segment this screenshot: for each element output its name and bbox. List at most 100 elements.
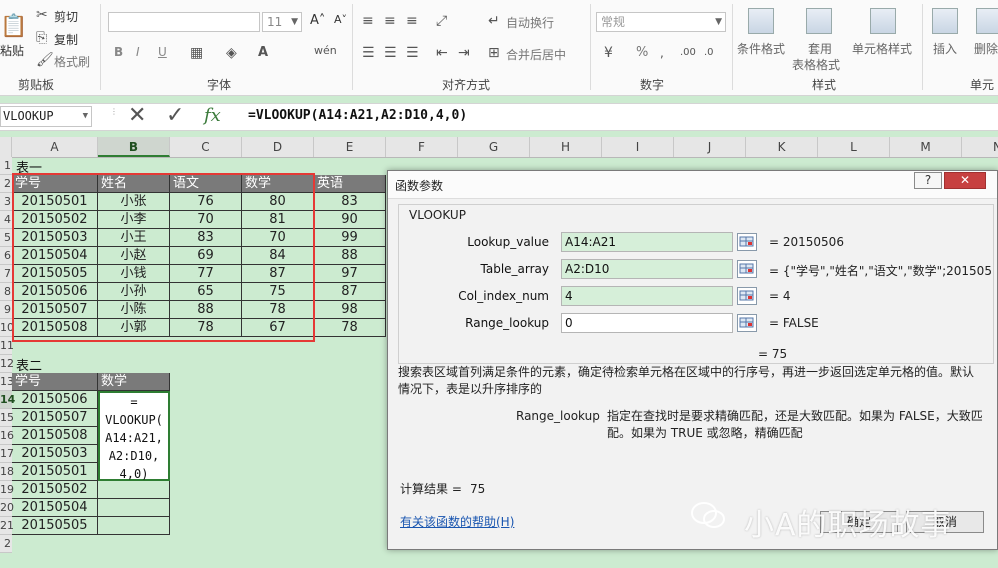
table-format-label-2[interactable]: 表格格式 bbox=[792, 56, 840, 73]
table2-id-cell[interactable]: 20150503 bbox=[12, 445, 98, 463]
row-header[interactable]: 1 bbox=[0, 157, 12, 175]
font-color-icon[interactable]: A bbox=[258, 46, 268, 60]
table2-id-cell[interactable]: 20150502 bbox=[12, 481, 98, 499]
row-header[interactable]: 15 bbox=[0, 409, 14, 427]
fill-color-icon[interactable]: ◈ bbox=[226, 46, 237, 60]
increase-decimal-icon[interactable]: .00 bbox=[680, 46, 696, 60]
row-header[interactable]: 17 bbox=[0, 445, 14, 463]
row-header[interactable]: 6 bbox=[0, 247, 12, 265]
lookup-value-input[interactable]: A14:A21 bbox=[561, 232, 733, 252]
row-header[interactable]: 2 bbox=[0, 535, 12, 553]
row-header[interactable]: 11 bbox=[0, 337, 14, 355]
formula-bar-handle[interactable]: ⋮ bbox=[110, 107, 118, 116]
cell-styles-icon[interactable] bbox=[870, 8, 896, 34]
column-header[interactable]: L bbox=[818, 137, 890, 157]
scissors-icon[interactable]: ✂ bbox=[36, 8, 48, 22]
row-header[interactable]: 4 bbox=[0, 211, 12, 229]
row-header[interactable]: 9 bbox=[0, 301, 12, 319]
table-array-input[interactable]: A2:D10 bbox=[561, 259, 733, 279]
table1-cell[interactable]: 87 bbox=[314, 283, 386, 301]
align-left-icon[interactable]: ☰ bbox=[362, 46, 375, 60]
conditional-format-button[interactable]: 条件格式 bbox=[737, 40, 785, 57]
row-header[interactable]: 14 bbox=[0, 391, 15, 409]
border-icon[interactable]: ▦ bbox=[190, 46, 203, 60]
table1-cell[interactable]: 78 bbox=[314, 319, 386, 337]
number-format-combo[interactable]: 常规 ▼ bbox=[596, 12, 726, 32]
row-header[interactable]: 3 bbox=[0, 193, 12, 211]
align-center-icon[interactable]: ☰ bbox=[384, 46, 397, 60]
column-header[interactable]: K bbox=[746, 137, 818, 157]
table1-cell[interactable]: 99 bbox=[314, 229, 386, 247]
merge-center-button[interactable]: 合并后居中 bbox=[506, 46, 566, 63]
decrease-decimal-icon[interactable]: .0 bbox=[704, 46, 714, 60]
row-header[interactable]: 13 bbox=[0, 373, 14, 391]
table2-id-cell[interactable]: 20150505 bbox=[12, 517, 98, 535]
dialog-title-bar[interactable]: 函数参数 ? ✕ bbox=[388, 171, 997, 199]
table1-cell[interactable]: 97 bbox=[314, 265, 386, 283]
enter-icon[interactable]: ✓ bbox=[166, 104, 184, 128]
cancel-icon[interactable]: ✕ bbox=[128, 104, 146, 128]
table-format-icon[interactable] bbox=[806, 8, 832, 34]
active-cell-editor[interactable]: = VLOOKUP( A14:A21, A2:D10, 4,0) bbox=[98, 391, 170, 481]
currency-icon[interactable]: ¥ bbox=[604, 46, 613, 60]
copy-icon[interactable]: ⎘ bbox=[36, 31, 47, 45]
font-name-combo[interactable] bbox=[108, 12, 260, 32]
column-header[interactable]: F bbox=[386, 137, 458, 157]
table1-cell[interactable]: 83 bbox=[314, 193, 386, 211]
decrease-font-button[interactable]: A˅ bbox=[334, 13, 347, 26]
format-painter-button[interactable]: 格式刷 bbox=[54, 53, 90, 70]
font-size-combo[interactable]: 11 ▼ bbox=[262, 12, 302, 32]
column-header[interactable]: C bbox=[170, 137, 242, 157]
wrap-text-icon[interactable]: ↵ bbox=[488, 14, 500, 28]
range-selector-icon[interactable] bbox=[737, 260, 757, 278]
help-icon[interactable]: ? bbox=[914, 172, 942, 189]
delete-button[interactable]: 删除 bbox=[974, 40, 998, 57]
insert-function-icon[interactable]: fx bbox=[204, 105, 221, 126]
formula-input[interactable]: =VLOOKUP(A14:A21,A2:D10,4,0) bbox=[248, 108, 467, 123]
table2-value-cell[interactable] bbox=[98, 499, 170, 517]
align-top-icon[interactable]: ≡ bbox=[362, 14, 374, 28]
comma-icon[interactable]: , bbox=[660, 46, 664, 60]
table2-id-cell[interactable]: 20150508 bbox=[12, 427, 98, 445]
paste-icon[interactable]: 📋 bbox=[0, 16, 27, 38]
column-header[interactable]: D bbox=[242, 137, 314, 157]
conditional-format-icon[interactable] bbox=[748, 8, 774, 34]
range-selector-icon[interactable] bbox=[737, 287, 757, 305]
row-header[interactable]: 10 bbox=[0, 319, 14, 337]
bold-button[interactable]: B bbox=[114, 45, 123, 59]
column-header[interactable]: M bbox=[890, 137, 962, 157]
table2-value-cell[interactable] bbox=[98, 481, 170, 499]
select-all-corner[interactable] bbox=[0, 137, 12, 157]
phonetic-icon[interactable]: wén bbox=[314, 44, 337, 58]
table1-cell[interactable]: 90 bbox=[314, 211, 386, 229]
table2-header-cell[interactable]: 数学 bbox=[98, 373, 170, 391]
column-header[interactable]: H bbox=[530, 137, 602, 157]
table2-id-cell[interactable]: 20150501 bbox=[12, 463, 98, 481]
row-header[interactable]: 19 bbox=[0, 481, 14, 499]
range-lookup-input[interactable]: 0 bbox=[561, 313, 733, 333]
increase-font-button[interactable]: A˄ bbox=[310, 13, 325, 28]
insert-icon[interactable] bbox=[932, 8, 958, 34]
wrap-text-button[interactable]: 自动换行 bbox=[506, 14, 554, 31]
range-selector-icon[interactable] bbox=[737, 233, 757, 251]
table1-cell[interactable]: 88 bbox=[314, 247, 386, 265]
row-header[interactable]: 12 bbox=[0, 355, 14, 373]
cell-styles-button[interactable]: 单元格样式 bbox=[852, 40, 912, 57]
table2-value-cell[interactable] bbox=[98, 517, 170, 535]
col-index-input[interactable]: 4 bbox=[561, 286, 733, 306]
table2-id-cell[interactable]: 20150507 bbox=[12, 409, 98, 427]
name-box[interactable]: VLOOKUP ▼ bbox=[0, 106, 92, 127]
row-header[interactable]: 20 bbox=[0, 499, 14, 517]
row-header[interactable]: 21 bbox=[0, 517, 14, 535]
column-header[interactable]: E bbox=[314, 137, 386, 157]
table-format-button[interactable]: 套用 bbox=[808, 40, 832, 57]
format-painter-icon[interactable]: 🖌 bbox=[36, 53, 54, 67]
help-link[interactable]: 有关该函数的帮助(H) bbox=[400, 514, 514, 531]
row-header[interactable]: 8 bbox=[0, 283, 12, 301]
column-header[interactable]: N bbox=[962, 137, 998, 157]
table2-id-cell[interactable]: 20150506 bbox=[12, 391, 98, 409]
table2-header-cell[interactable]: 学号 bbox=[12, 373, 98, 391]
align-middle-icon[interactable]: ≡ bbox=[384, 14, 396, 28]
row-header[interactable]: 2 bbox=[0, 175, 12, 193]
increase-indent-icon[interactable]: ⇥ bbox=[458, 46, 470, 60]
